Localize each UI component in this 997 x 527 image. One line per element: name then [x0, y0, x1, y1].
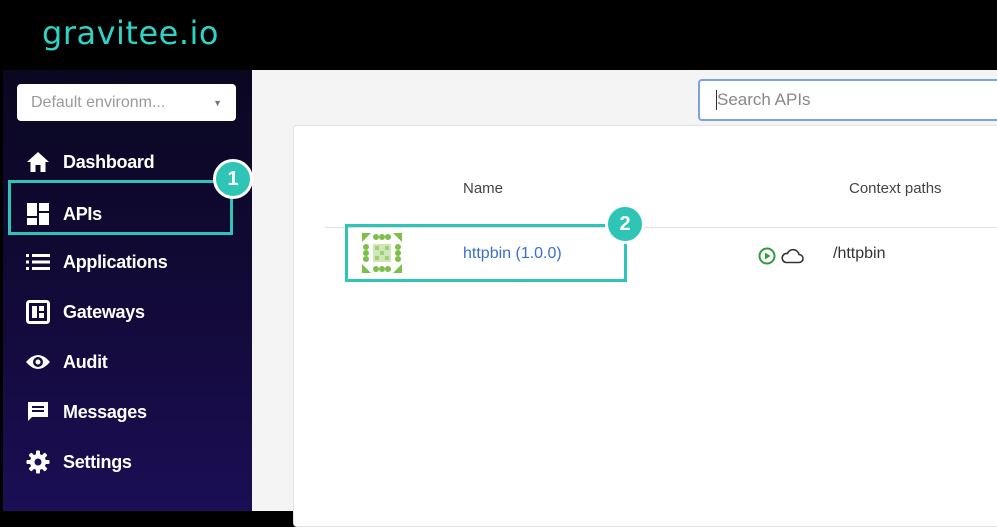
- message-icon: [25, 400, 51, 424]
- sidebar-item-audit[interactable]: Audit: [25, 347, 108, 377]
- column-header-context-paths: Context paths: [849, 180, 942, 197]
- started-icon: [758, 247, 776, 270]
- top-bar: gravitee.io: [0, 0, 997, 70]
- environment-select[interactable]: Default environm... ▼: [17, 84, 236, 121]
- sidebar-item-gateways[interactable]: Gateways: [25, 297, 145, 327]
- api-context-path: /httpbin: [833, 245, 886, 262]
- sidebar-item-dashboard[interactable]: Dashboard: [25, 147, 155, 177]
- sidebar-item-messages[interactable]: Messages: [25, 397, 147, 427]
- search-placeholder: Search APIs: [717, 90, 811, 109]
- list-icon: [25, 250, 51, 274]
- sidebar: [3, 70, 252, 511]
- step-badge-1: 1: [213, 159, 253, 199]
- sidebar-item-label: Dashboard: [63, 151, 155, 172]
- environment-select-value: Default environm...: [31, 93, 166, 111]
- sidebar-item-label: Gateways: [63, 301, 145, 322]
- sidebar-item-label: Applications: [63, 251, 168, 272]
- api-status-icons: [758, 247, 804, 270]
- gravitee-logo[interactable]: gravitee.io: [42, 14, 219, 52]
- eye-icon: [25, 350, 51, 374]
- sidebar-item-label: Messages: [63, 401, 147, 422]
- sidebar-item-applications[interactable]: Applications: [25, 247, 168, 277]
- highlight-box-apis: [8, 180, 233, 235]
- home-icon: [25, 150, 51, 174]
- sidebar-item-label: Audit: [63, 351, 108, 372]
- column-header-name[interactable]: Name: [463, 180, 503, 197]
- sidebar-item-settings[interactable]: Settings: [25, 447, 132, 477]
- gear-icon: [25, 450, 51, 474]
- chevron-down-icon: ▼: [213, 97, 222, 108]
- search-apis-input[interactable]: Search APIs: [698, 79, 997, 121]
- cloud-icon: [780, 248, 804, 269]
- sidebar-item-label: Settings: [63, 451, 132, 472]
- gateway-icon: [25, 300, 51, 324]
- highlight-box-api-row: [345, 224, 627, 282]
- step-badge-2: 2: [605, 204, 645, 244]
